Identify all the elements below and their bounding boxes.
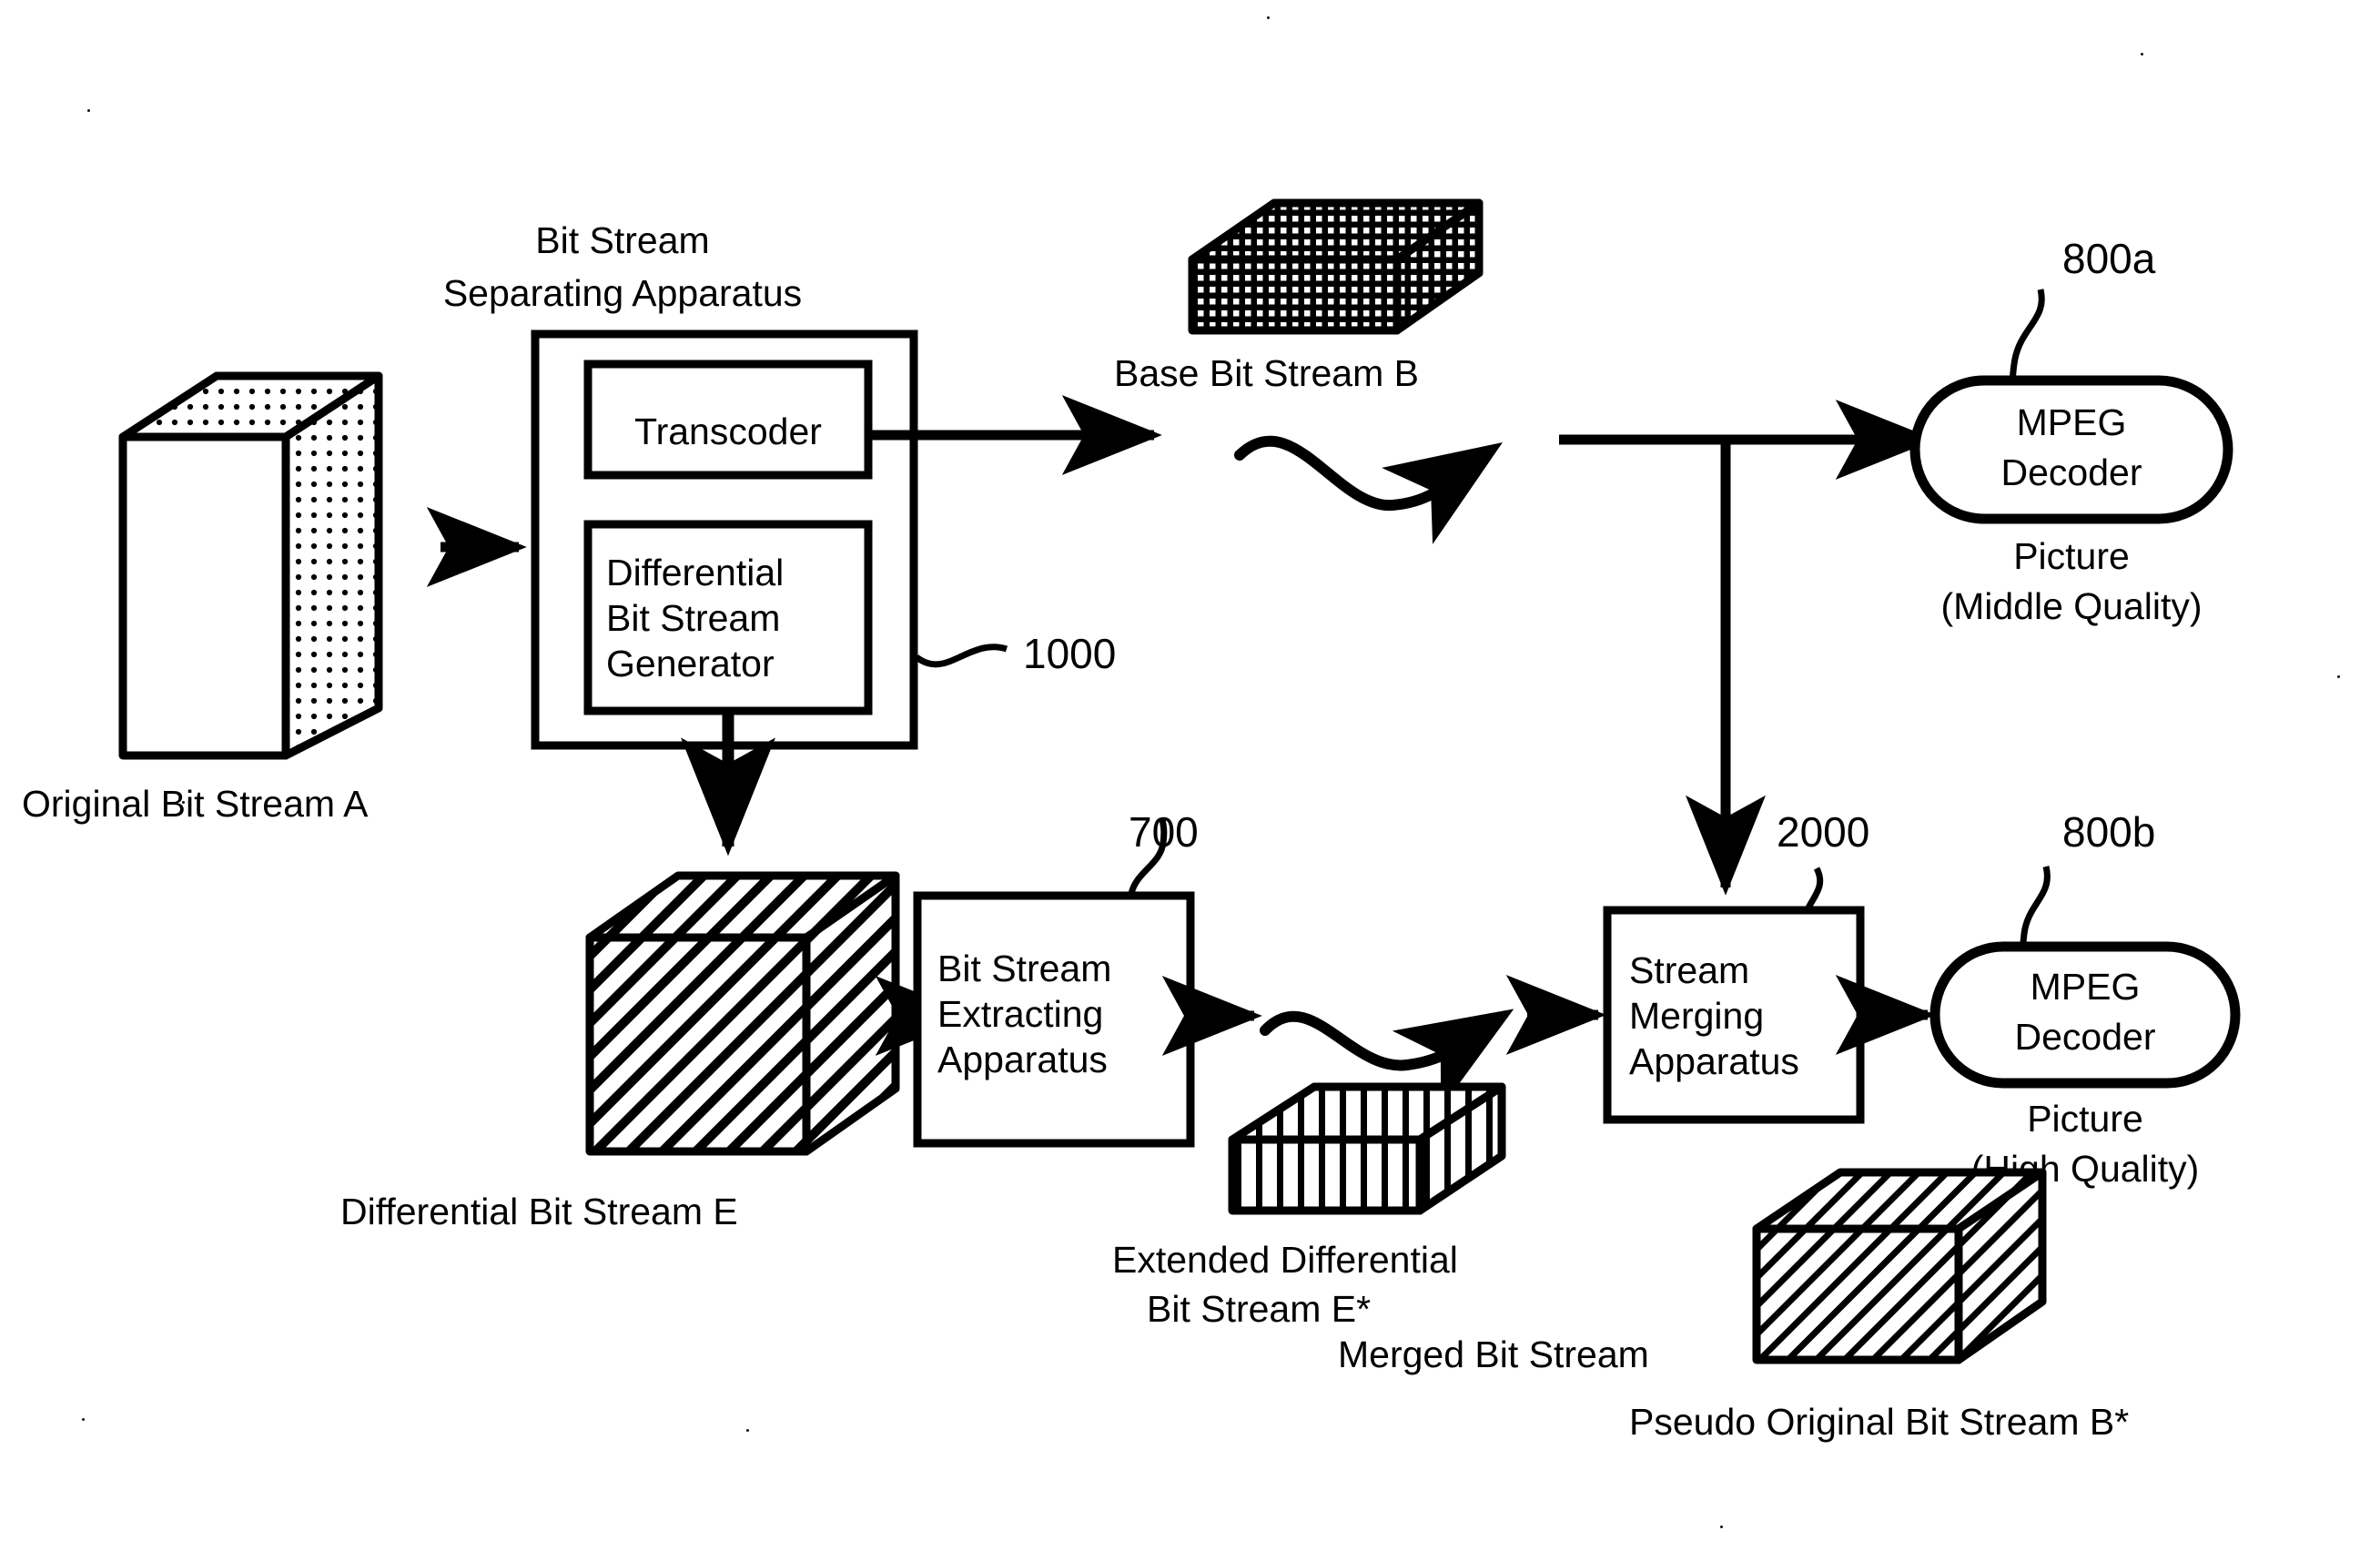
figure-canvas: Original Bit Stream A Bit Stream Separat… [0, 0, 2380, 1541]
merging-apparatus-line1: Stream [1629, 949, 1749, 991]
extracting-apparatus-line2: Extracting [937, 993, 1103, 1035]
label-differential-bit-stream: Differential Bit Stream E [340, 1191, 738, 1232]
separating-apparatus-title-line1: Bit Stream [535, 219, 709, 261]
ref-800b: 800b [2062, 808, 2155, 856]
ref-1000: 1000 [1023, 630, 1116, 677]
differential-generator-line2: Bit Stream [606, 597, 780, 639]
mpeg-decoder-bottom-line1: MPEG [2031, 966, 2141, 1008]
mpeg-decoder-top-line2: Decoder [2001, 451, 2142, 493]
wavy-arrow-estar-to-merger [1260, 1009, 1514, 1109]
ref-1000-leader [914, 644, 1008, 668]
ref-2000: 2000 [1777, 808, 1869, 856]
solid-extended-differential-bit-stream [1228, 1082, 1506, 1215]
label-extended-differential-line1: Extended Differential [1112, 1239, 1458, 1281]
label-merged-bit-stream: Merged Bit Stream [1338, 1333, 1649, 1375]
mpeg-decoder-bottom-line2: Decoder [2015, 1016, 2156, 1058]
separating-apparatus-title-line2: Separating Apparatus [443, 272, 802, 314]
solid-differential-bit-stream [585, 871, 900, 1156]
solid-merged-bit-stream [1752, 1168, 2047, 1364]
extracting-apparatus-line3: Apparatus [937, 1039, 1108, 1080]
extracting-apparatus-line1: Bit Stream [937, 948, 1111, 989]
label-extended-differential-line2: Bit Stream E* [1147, 1288, 1371, 1330]
differential-generator-line1: Differential [606, 552, 784, 593]
mpeg-decoder-top-line1: MPEG [2017, 401, 2127, 443]
ref-800a: 800a [2062, 235, 2156, 282]
solid-base-bit-stream [1188, 198, 1484, 335]
picture-caption-top-line1: Picture [2013, 535, 2130, 577]
differential-generator-line3: Generator [606, 643, 775, 684]
solid-original-bit-stream [118, 371, 383, 760]
ref-700: 700 [1129, 808, 1199, 856]
label-pseudo-original-bit-stream: Pseudo Original Bit Stream B* [1629, 1401, 2129, 1443]
label-original-bit-stream: Original Bit Stream A [22, 783, 369, 825]
transcoder-label: Transcoder [634, 411, 822, 452]
wavy-arrow-base-to-bus [1234, 435, 1503, 544]
patent-diagram: Original Bit Stream A Bit Stream Separat… [22, 198, 2241, 1443]
label-base-bit-stream: Base Bit Stream B [1114, 352, 1419, 394]
picture-caption-bottom-line1: Picture [2027, 1098, 2143, 1140]
merging-apparatus-line3: Apparatus [1629, 1040, 1799, 1082]
picture-caption-top-line2: (Middle Quality) [1940, 585, 2202, 627]
merging-apparatus-line2: Merging [1629, 995, 1764, 1037]
